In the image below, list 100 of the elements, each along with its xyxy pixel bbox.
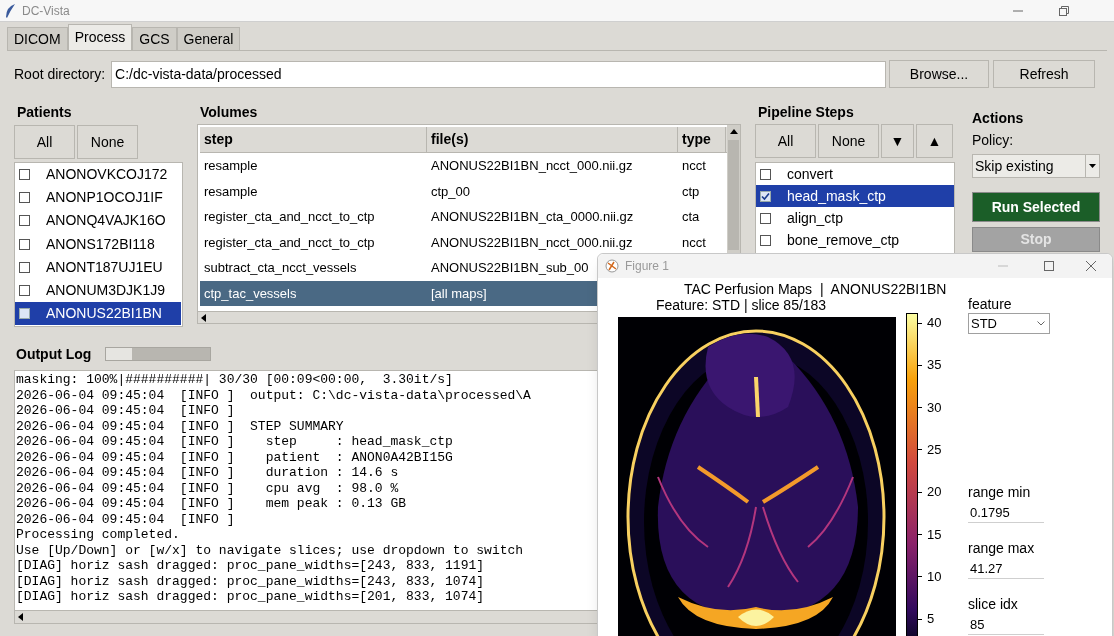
column-header[interactable]: type xyxy=(678,127,726,152)
field-label: Root directory: xyxy=(14,64,106,84)
table-cell: ANONUS22BI1BN_cta_0000.nii.gz xyxy=(431,209,634,224)
section-heading: Patients xyxy=(17,103,73,122)
checkbox[interactable] xyxy=(19,285,30,297)
chevron-down-icon xyxy=(1037,321,1045,326)
tick-label: 15 xyxy=(927,526,942,543)
tick-label: 30 xyxy=(927,399,942,416)
table-cell: resample xyxy=(204,183,258,199)
dropdown-arrow-icon xyxy=(1089,164,1096,168)
select-button[interactable]: None xyxy=(77,125,138,159)
table-cell: ANONUS22BI1BN_sub_00 xyxy=(431,260,589,275)
checkbox[interactable] xyxy=(760,212,771,224)
tab[interactable]: Process xyxy=(67,24,133,50)
patient-item[interactable]: ANONP1OCOJ1IF xyxy=(15,186,181,210)
section-heading: Output Log xyxy=(16,344,92,364)
log-line: 2026-06-04 09:45:04 [INFO ] output: C:\dc-vista-data\processed\A xyxy=(16,387,531,403)
checkbox[interactable] xyxy=(19,261,30,273)
table-cell: ANONUS22BI1BN_ncct_000.nii.gz xyxy=(431,234,633,250)
tab[interactable]: General xyxy=(176,27,241,50)
app-icon xyxy=(605,259,619,273)
tick-label: 20 xyxy=(927,484,942,501)
table-row[interactable]: resample ANONUS22BI1BN_ncct_000.nii.gz ncct xyxy=(200,153,727,179)
tick-label: 10 xyxy=(927,568,942,585)
policy-dropdown[interactable]: Skip existing xyxy=(972,154,1100,178)
log-line: Use [Up/Down] or [w/x] to navigate slices; use dropdown to switch xyxy=(16,542,524,558)
close-icon[interactable] xyxy=(1086,261,1096,271)
tick-label: 5 xyxy=(927,611,935,628)
column-header[interactable]: step xyxy=(200,127,427,152)
pipeline-item[interactable]: head_mask_ctp xyxy=(756,185,954,207)
log-line: 2026-06-04 09:45:04 [INFO ] step : head_mask_ctp xyxy=(16,434,453,450)
section-heading: Pipeline Steps xyxy=(758,103,855,122)
table-row[interactable]: resample ctp_00 ctp xyxy=(200,178,727,204)
section-heading: Actions xyxy=(972,109,1025,128)
log-line: 2026-06-04 09:45:04 [INFO ] patient : ANON0A42BI15G xyxy=(16,449,453,465)
field-label: Policy: xyxy=(972,131,1015,150)
table-cell: ncct xyxy=(682,158,706,173)
log-line: 2026-06-04 09:45:04 [INFO ] xyxy=(16,511,235,527)
tick-label: 35 xyxy=(927,357,942,374)
log-line: [DIAG] horiz sash dragged: proc_pane_widths=[201, 833, 1074] xyxy=(16,589,485,605)
log-line: [DIAG] horiz sash dragged: proc_pane_widths=[243, 833, 1191] xyxy=(16,558,485,574)
control-label: range min xyxy=(968,484,1032,500)
checkbox[interactable] xyxy=(19,192,30,204)
log-line: [DIAG] horiz sash dragged: proc_pane_widths=[243, 833, 1074] xyxy=(16,573,485,589)
pipeline-item[interactable]: convert xyxy=(756,163,954,185)
checkbox[interactable] xyxy=(19,308,30,320)
window-title: Figure 1 xyxy=(625,258,670,275)
patient-item[interactable]: ANONOVKCOJ172 xyxy=(15,163,181,187)
checkbox[interactable] xyxy=(19,169,30,181)
patient-item[interactable]: ANONQ4VAJK16O xyxy=(15,209,181,233)
tab[interactable]: GCS xyxy=(132,27,177,50)
feature-dropdown[interactable]: STD xyxy=(968,313,1050,334)
table-cell: resample xyxy=(204,158,258,173)
maximize-icon[interactable] xyxy=(1044,261,1054,271)
log-line: masking: 100%|##########| 30/30 [00:09<00:00, 3.30it/s] xyxy=(16,372,453,388)
restore-icon[interactable] xyxy=(1059,5,1069,16)
select-button[interactable]: All xyxy=(14,125,75,159)
table-cell: register_cta_and_ncct_to_ctp xyxy=(204,234,375,250)
patient-item[interactable]: ANONUM3DJK1J9 xyxy=(15,278,181,303)
checkbox[interactable] xyxy=(19,215,30,227)
patient-item[interactable]: ANONS172BI118 xyxy=(15,232,181,256)
log-line: 2026-06-04 09:45:04 [INFO ] xyxy=(16,403,235,419)
checkbox[interactable] xyxy=(760,190,771,202)
checkbox[interactable] xyxy=(760,168,771,180)
patient-item[interactable]: ANONUS22BI1BN xyxy=(15,302,181,326)
table-cell: register_cta_and_ncct_to_ctp xyxy=(204,209,375,224)
table-cell: subtract_cta_ncct_vessels xyxy=(204,260,357,275)
tick-label: 40 xyxy=(927,315,942,331)
up-arrow-icon[interactable] xyxy=(729,128,738,136)
patient-item[interactable]: ANONT187UJ1EU xyxy=(15,255,181,279)
run-button[interactable]: Run Selected xyxy=(972,192,1100,222)
window-title: DC-Vista xyxy=(22,2,70,20)
log-line: 2026-06-04 09:45:04 [INFO ] mem peak : 0.13 GB xyxy=(16,496,407,512)
control-label: slice idx xyxy=(968,596,1019,612)
log-line: Processing completed. xyxy=(16,527,180,543)
table-cell: ctp_00 xyxy=(431,183,471,199)
table-cell: ctp xyxy=(682,183,700,199)
control-label: feature xyxy=(968,296,1013,312)
browse-button[interactable]: Browse... xyxy=(889,60,990,88)
log-line: 2026-06-04 09:45:04 [INFO ] duration : 14.6 s xyxy=(16,465,399,481)
left-arrow-icon[interactable] xyxy=(17,613,25,621)
refresh-button[interactable]: Refresh xyxy=(993,60,1096,88)
directory-field[interactable]: C:/dc-vista-data/processed xyxy=(111,60,887,88)
control-label: range max xyxy=(968,540,1036,556)
log-line: 2026-06-04 09:45:04 [INFO ] STEP SUMMARY xyxy=(16,418,344,434)
checkmark-icon xyxy=(761,191,770,201)
tab[interactable]: DICOM xyxy=(7,27,68,50)
select-button[interactable]: None xyxy=(818,124,879,158)
table-row[interactable]: register_cta_and_ncct_to_ctp ANONUS22BI1BN_cta_0000.nii.gz cta xyxy=(200,204,727,230)
table-row[interactable]: register_cta_and_ncct_to_ctp ANONUS22BI1BN_ncct_000.nii.gz ncct xyxy=(200,229,727,255)
column-header[interactable]: file(s) xyxy=(427,127,678,152)
left-arrow-icon[interactable] xyxy=(200,313,208,322)
move-button[interactable]: ▲ xyxy=(916,124,953,158)
pipeline-item[interactable]: align_ctp xyxy=(756,207,954,229)
checkbox[interactable] xyxy=(760,234,771,246)
pipeline-item[interactable]: bone_remove_ctp xyxy=(756,229,954,251)
select-button[interactable]: All xyxy=(755,124,816,158)
move-button[interactable]: ▼ xyxy=(881,124,914,158)
checkbox[interactable] xyxy=(19,238,30,250)
table-cell: ctp_tac_vessels xyxy=(204,285,297,301)
